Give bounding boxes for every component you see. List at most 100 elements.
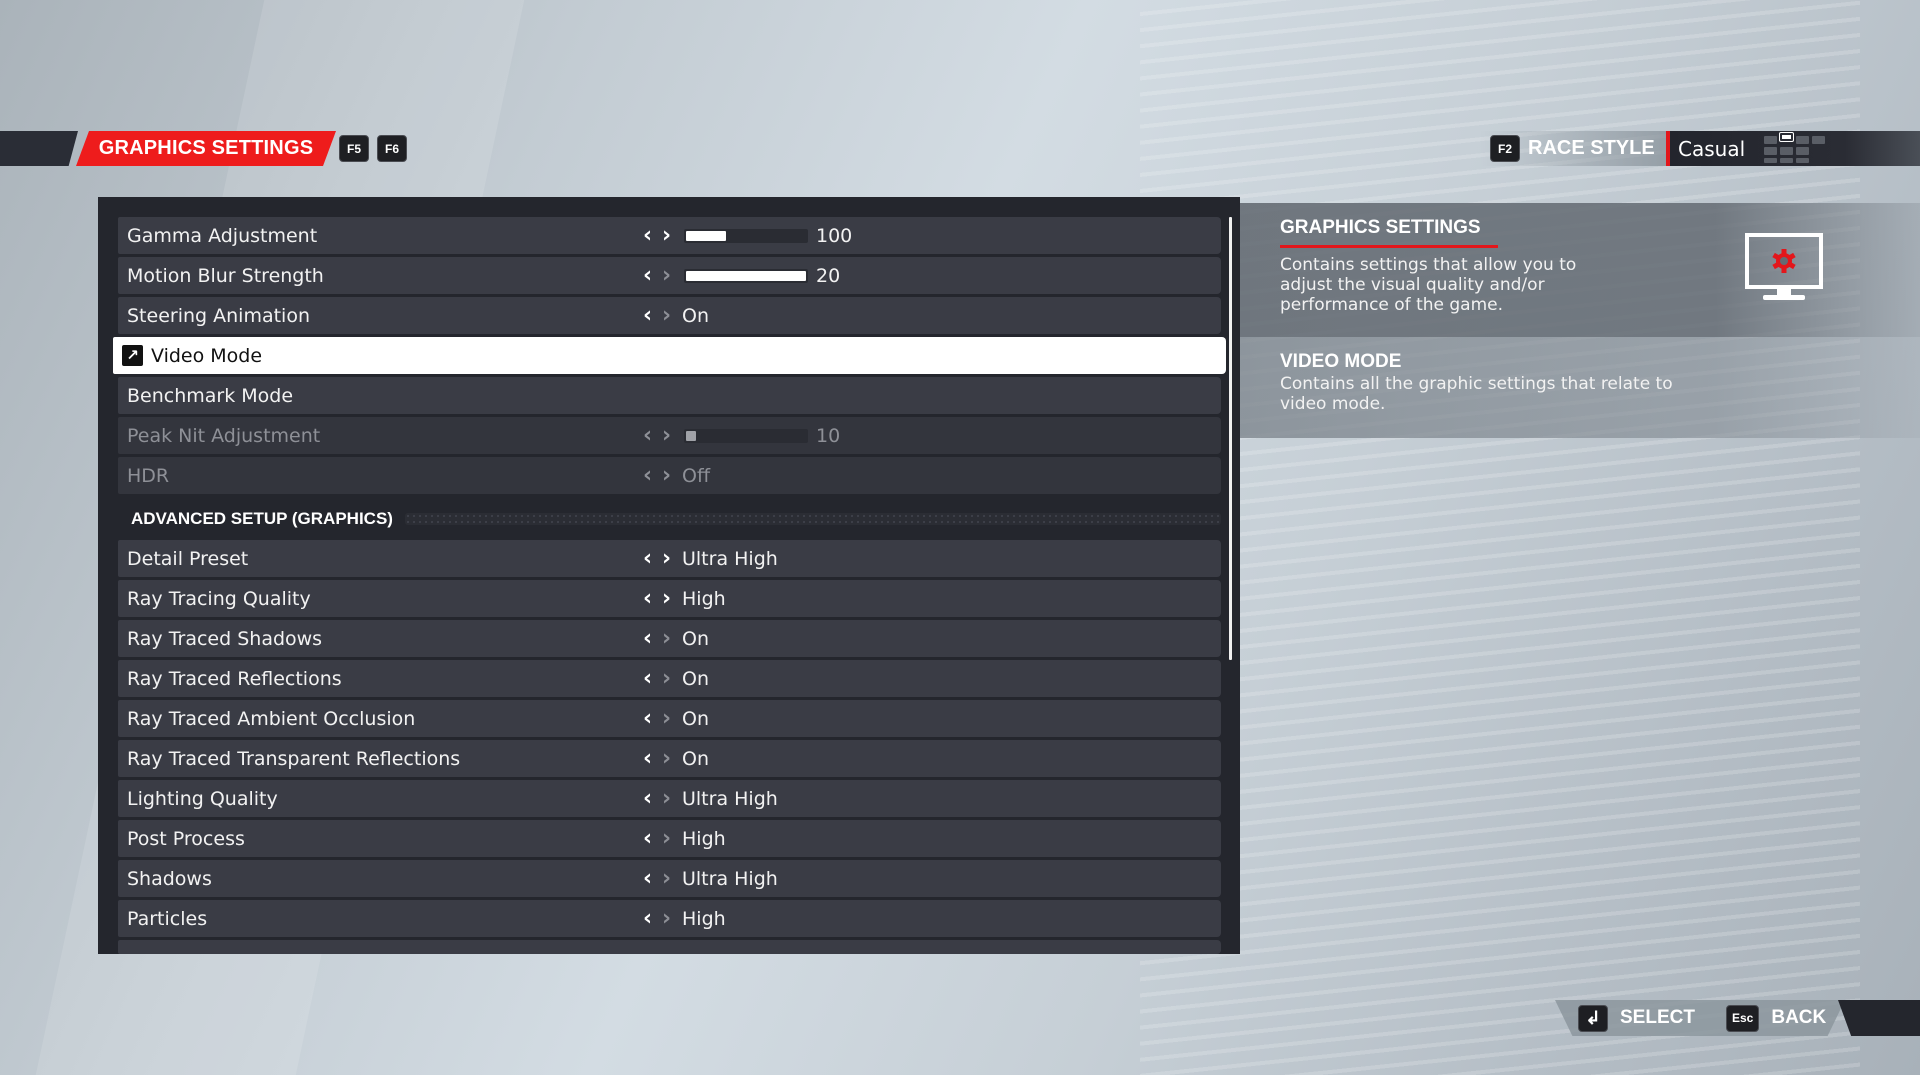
- right-arrow-icon: ›: [661, 462, 672, 488]
- left-arrow-icon[interactable]: ‹: [638, 707, 657, 730]
- left-arrow-icon[interactable]: ‹: [638, 827, 657, 850]
- setting-value: Ultra High: [682, 867, 778, 890]
- setting-motion-blur-strength[interactable]: Motion Blur Strength ‹ › 20: [118, 257, 1221, 294]
- setting-ray-tracing-quality[interactable]: Ray Tracing Quality ‹ › High: [118, 580, 1221, 617]
- left-arrow-icon[interactable]: ‹: [638, 667, 657, 690]
- monitor-settings-icon: [1745, 233, 1823, 300]
- header-left-accent: [0, 131, 78, 166]
- right-arrow-icon[interactable]: ›: [657, 867, 676, 890]
- setting-partial-row[interactable]: [118, 940, 1221, 954]
- setting-particles[interactable]: Particles ‹ › High: [118, 900, 1221, 937]
- setting-label: Ray Traced Reflections: [127, 667, 342, 690]
- right-arrow-icon[interactable]: ›: [657, 224, 676, 247]
- setting-label: Ray Tracing Quality: [127, 587, 311, 610]
- setting-value: On: [682, 304, 709, 327]
- right-arrow-icon[interactable]: ›: [657, 667, 676, 690]
- setting-label: Benchmark Mode: [127, 384, 294, 407]
- right-arrow-icon[interactable]: ›: [657, 587, 676, 610]
- setting-benchmark-mode[interactable]: Benchmark Mode: [118, 377, 1221, 414]
- section-title: ADVANCED SETUP (GRAPHICS): [131, 508, 393, 528]
- setting-value: On: [682, 707, 709, 730]
- left-arrow-icon: ‹: [642, 462, 653, 488]
- gamma-slider[interactable]: [684, 228, 808, 243]
- race-style-value-text: Casual: [1678, 136, 1746, 161]
- setting-shadows[interactable]: Shadows ‹ › Ultra High: [118, 860, 1221, 897]
- settings-list: Gamma Adjustment ‹ › 100 Motion Blur Str…: [113, 217, 1226, 954]
- info-section-panel: GRAPHICS SETTINGS Contains settings that…: [1240, 203, 1920, 337]
- right-arrow-icon[interactable]: ›: [657, 547, 676, 570]
- setting-detail-preset[interactable]: Detail Preset ‹ › Ultra High: [118, 540, 1221, 577]
- left-arrow-icon[interactable]: ‹: [638, 304, 657, 327]
- peak-nit-slider: [684, 428, 808, 443]
- setting-label: Video Mode: [151, 344, 263, 367]
- setting-label: Shadows: [127, 867, 212, 890]
- setting-steering-animation[interactable]: Steering Animation ‹ › On: [118, 297, 1221, 334]
- left-arrow-icon[interactable]: ‹: [638, 627, 657, 650]
- left-arrow-icon[interactable]: ‹: [638, 224, 657, 247]
- page-title: GRAPHICS SETTINGS: [76, 131, 336, 166]
- setting-value: On: [682, 667, 709, 690]
- right-arrow-icon[interactable]: ›: [657, 787, 676, 810]
- setting-lighting-quality[interactable]: Lighting Quality ‹ › Ultra High: [118, 780, 1221, 817]
- setting-label: HDR: [127, 464, 170, 487]
- setting-label: Ray Traced Shadows: [127, 627, 323, 650]
- setting-label: Lighting Quality: [127, 787, 278, 810]
- section-header-advanced: ADVANCED SETUP (GRAPHICS): [118, 500, 1221, 537]
- right-arrow-icon[interactable]: ›: [657, 707, 676, 730]
- setting-ray-traced-reflections[interactable]: Ray Traced Reflections ‹ › On: [118, 660, 1221, 697]
- motion-blur-slider[interactable]: [684, 268, 808, 283]
- info-item-title: VIDEO MODE: [1280, 351, 1402, 372]
- setting-label: Detail Preset: [127, 547, 249, 570]
- scrollbar-thumb[interactable]: [1229, 217, 1232, 660]
- prev-tab-key[interactable]: F5: [339, 135, 369, 162]
- setting-ray-traced-ambient-occlusion[interactable]: Ray Traced Ambient Occlusion ‹ › On: [118, 700, 1221, 737]
- setting-label: Ray Traced Ambient Occlusion: [127, 707, 416, 730]
- link-arrow-icon: ↗: [122, 345, 143, 366]
- setting-value: Ultra High: [682, 787, 778, 810]
- left-arrow-icon[interactable]: ‹: [638, 787, 657, 810]
- left-arrow-icon: ‹: [642, 422, 653, 448]
- setting-label: Gamma Adjustment: [127, 224, 318, 247]
- right-arrow-icon[interactable]: ›: [657, 627, 676, 650]
- race-style-label: RACE STYLE: [1528, 137, 1655, 159]
- setting-value: Off: [682, 464, 711, 487]
- enter-key-icon: ↲: [1578, 1004, 1608, 1032]
- setting-value: High: [682, 587, 726, 610]
- setting-value: High: [682, 907, 726, 930]
- right-arrow-icon: ›: [661, 422, 672, 448]
- info-item-description: Contains all the graphic settings that r…: [1280, 374, 1673, 414]
- select-label: SELECT: [1620, 1007, 1695, 1028]
- race-style-grid-icon: [1764, 132, 1825, 163]
- left-arrow-icon[interactable]: ‹: [638, 747, 657, 770]
- left-arrow-icon[interactable]: ‹: [638, 264, 657, 287]
- slider-fill: [686, 430, 696, 441]
- left-arrow-icon[interactable]: ‹: [638, 867, 657, 890]
- right-arrow-icon[interactable]: ›: [657, 747, 676, 770]
- setting-gamma-adjustment[interactable]: Gamma Adjustment ‹ › 100: [118, 217, 1221, 254]
- info-title-underline: [1280, 245, 1498, 248]
- setting-post-process[interactable]: Post Process ‹ › High: [118, 820, 1221, 857]
- left-arrow-icon[interactable]: ‹: [638, 587, 657, 610]
- setting-ray-traced-shadows[interactable]: Ray Traced Shadows ‹ › On: [118, 620, 1221, 657]
- setting-ray-traced-transparent-reflections[interactable]: Ray Traced Transparent Reflections ‹ › On: [118, 740, 1221, 777]
- slider-fill: [686, 270, 806, 281]
- info-section-description: Contains settings that allow you to adju…: [1280, 255, 1576, 315]
- setting-hdr: HDR ‹ › Off: [118, 457, 1221, 494]
- right-arrow-icon[interactable]: ›: [657, 907, 676, 930]
- esc-key-icon: Esc: [1726, 1004, 1760, 1032]
- next-tab-key[interactable]: F6: [377, 135, 407, 162]
- back-button[interactable]: Esc BACK: [1726, 1000, 1826, 1036]
- settings-panel: Gamma Adjustment ‹ › 100 Motion Blur Str…: [98, 197, 1240, 954]
- select-button[interactable]: ↲ SELECT: [1578, 1000, 1695, 1036]
- right-arrow-icon[interactable]: ›: [657, 304, 676, 327]
- setting-label-wrap: ↗ Video Mode: [122, 345, 262, 367]
- setting-label: Ray Traced Transparent Reflections: [127, 747, 461, 770]
- race-style-key[interactable]: F2: [1490, 135, 1520, 162]
- left-arrow-icon[interactable]: ‹: [638, 547, 657, 570]
- info-item-panel: VIDEO MODE Contains all the graphic sett…: [1240, 337, 1920, 438]
- left-arrow-icon[interactable]: ‹: [638, 907, 657, 930]
- setting-video-mode[interactable]: ↗ Video Mode: [113, 337, 1226, 374]
- right-arrow-icon[interactable]: ›: [657, 264, 676, 287]
- setting-peak-nit-adjustment: Peak Nit Adjustment ‹ › 10: [118, 417, 1221, 454]
- right-arrow-icon[interactable]: ›: [657, 827, 676, 850]
